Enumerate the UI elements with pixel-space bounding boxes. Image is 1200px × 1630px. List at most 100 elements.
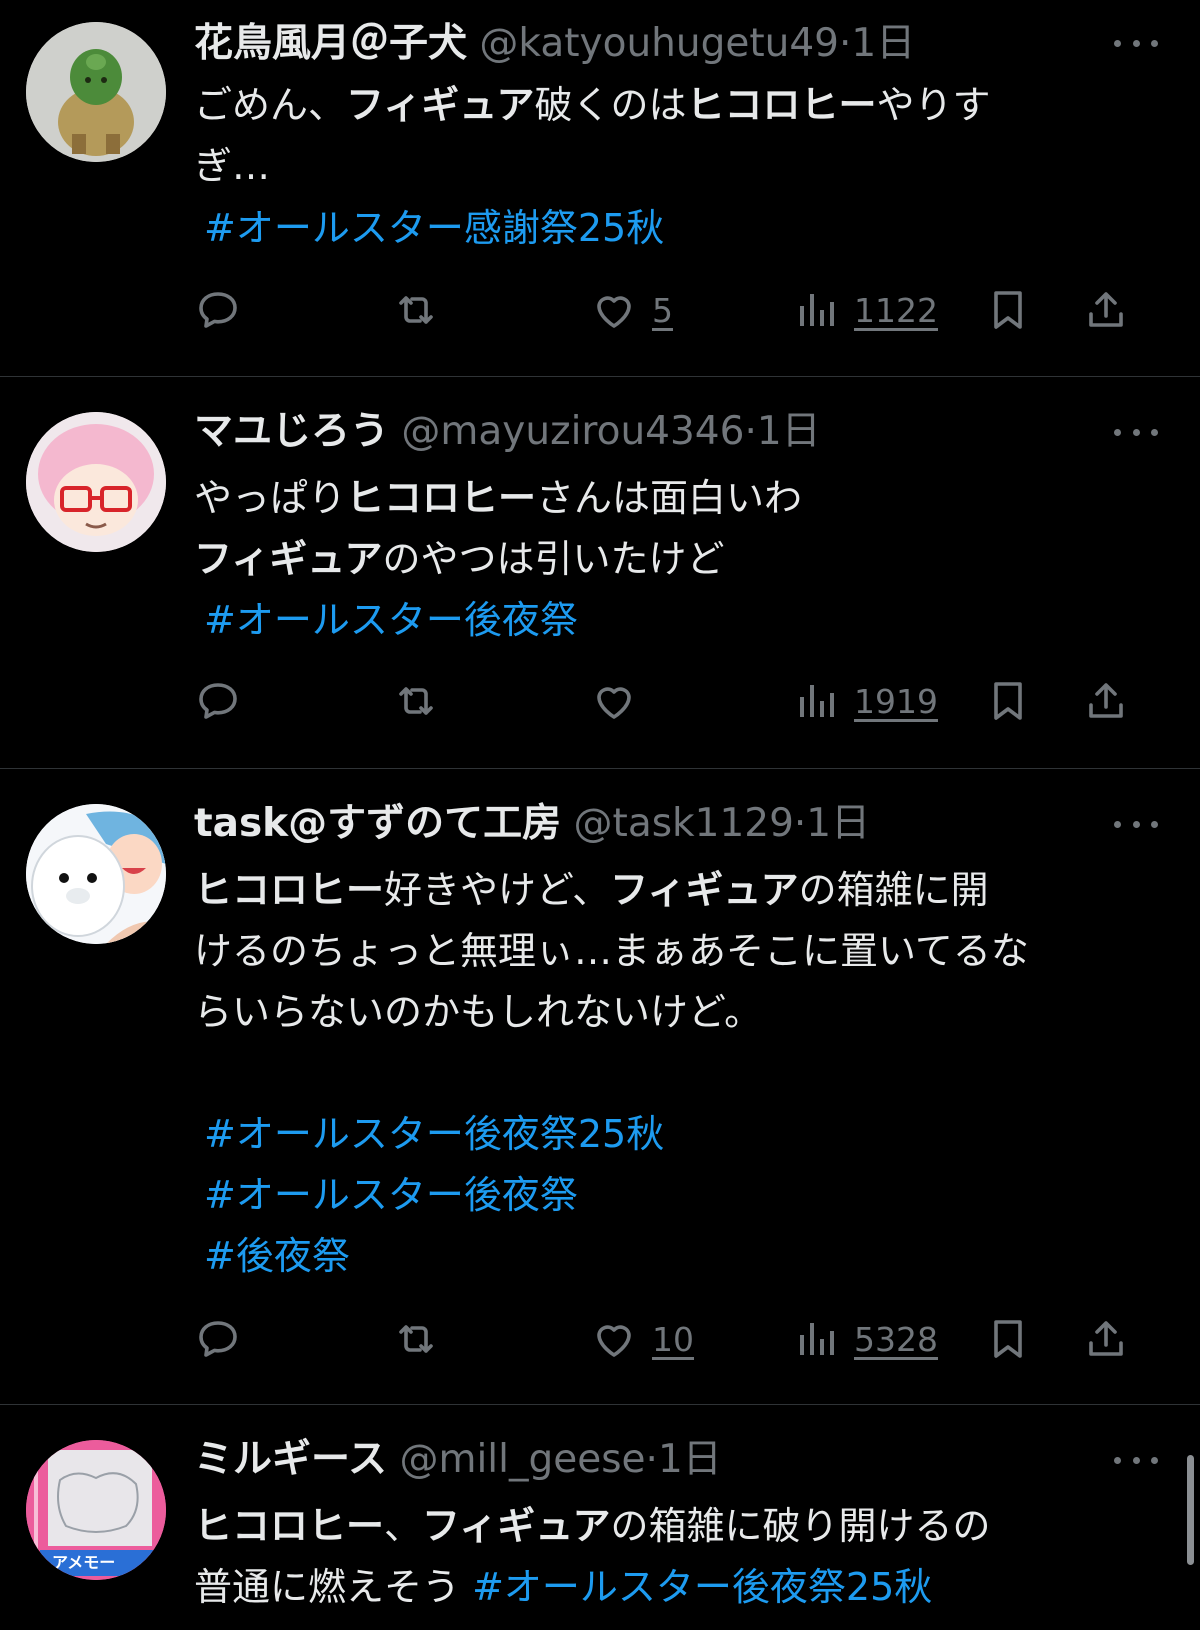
text-line: やっぱりヒコロヒーさんは面白いわ	[194, 468, 1174, 529]
reply-button[interactable]	[194, 1314, 242, 1364]
tweet[interactable]: マユじろう @mayuzirou4346·1日 やっぱりヒコロヒーさんは面白いわ…	[0, 376, 1200, 769]
tweet[interactable]: アメモー ミルギース @mill_geese·1日 ヒコロヒー、フィギュアの箱雑…	[0, 1404, 1200, 1630]
retweet-button[interactable]	[392, 1314, 440, 1364]
display-name[interactable]: ミルギース	[194, 1437, 387, 1482]
view-count[interactable]: 1122	[854, 291, 938, 330]
user-handle[interactable]: @katyouhugetu49	[479, 21, 839, 66]
like-icon	[590, 1315, 638, 1363]
bookmark-button[interactable]	[984, 285, 1032, 335]
bold-text: フィギュア	[194, 537, 383, 581]
bookmark-button[interactable]	[984, 1314, 1032, 1364]
like-count[interactable]: 10	[652, 1320, 694, 1359]
text-line: ヒコロヒー、フィギュアの箱雑に破り開けるの	[194, 1496, 1174, 1557]
share-button[interactable]	[1082, 676, 1130, 726]
tweet[interactable]: 花鳥風月＠子犬 @katyouhugetu49·1日 ごめん、フィギュア破くのは…	[0, 0, 1200, 377]
timestamp[interactable]: 1日	[658, 1437, 722, 1482]
text: の箱雑に開	[798, 868, 989, 912]
retweet-icon	[392, 677, 440, 725]
tweet-header: マユじろう @mayuzirou4346·1日	[194, 408, 821, 456]
hashtag-link[interactable]: #後夜祭	[194, 1226, 1174, 1287]
avatar[interactable]	[26, 412, 166, 552]
bold-text: ヒコロヒー	[194, 1504, 385, 1548]
scrollbar[interactable]	[1187, 1455, 1194, 1565]
timestamp[interactable]: 1日	[757, 409, 821, 454]
hashtag-link[interactable]: #オールスター後夜祭25秋	[472, 1565, 932, 1609]
display-name[interactable]: 花鳥風月＠子犬	[194, 21, 467, 66]
tweet-header: task@すずのて工房 @task1129·1日	[194, 800, 870, 848]
views-icon	[792, 286, 840, 334]
view-count[interactable]: 1919	[854, 682, 938, 721]
hashtag-link[interactable]: #オールスター後夜祭	[194, 1165, 1174, 1226]
bold-text: フィギュア	[610, 868, 799, 912]
user-handle[interactable]: @task1129	[574, 801, 794, 846]
text: さんは面白いわ	[536, 476, 803, 520]
like-button[interactable]: 5	[590, 285, 673, 335]
views-button[interactable]: 1122	[792, 285, 938, 335]
avatar[interactable]: アメモー	[26, 1440, 166, 1580]
text-line: 普通に燃えそう #オールスター後夜祭25秋	[194, 1557, 1174, 1618]
retweet-button[interactable]	[392, 285, 440, 335]
share-icon	[1082, 1315, 1130, 1363]
tweet[interactable]: task@すずのて工房 @task1129·1日 ヒコロヒー好きやけど、フィギュ…	[0, 768, 1200, 1405]
views-icon	[792, 1315, 840, 1363]
view-count[interactable]: 5328	[854, 1320, 938, 1359]
action-bar: 1919	[194, 676, 1174, 726]
more-icon[interactable]	[1114, 1450, 1158, 1470]
action-bar: 10 5328	[194, 1314, 1174, 1364]
share-icon	[1082, 677, 1130, 725]
text: 破くのは	[534, 83, 687, 127]
bold-text: フィギュア	[346, 83, 535, 127]
hashtag-link[interactable]: #オールスター後夜祭25秋	[194, 1104, 1174, 1165]
avatar[interactable]	[26, 22, 166, 162]
reply-button[interactable]	[194, 285, 242, 335]
bold-text: ヒコロヒー	[686, 83, 877, 127]
tweet-text: やっぱりヒコロヒーさんは面白いわ フィギュアのやつは引いたけど	[194, 468, 1174, 590]
more-icon[interactable]	[1114, 422, 1158, 442]
text-line: けるのちょっと無理ぃ…まぁあそこに置いてるな	[194, 921, 1174, 982]
timestamp[interactable]: 1日	[806, 801, 870, 846]
views-button[interactable]: 1919	[792, 676, 938, 726]
text: 、	[384, 1504, 423, 1548]
like-count[interactable]: 5	[652, 291, 673, 330]
tweet-text: ヒコロヒー、フィギュアの箱雑に破り開けるの 普通に燃えそう #オールスター後夜祭…	[194, 1496, 1174, 1618]
bold-text: フィギュア	[422, 1504, 611, 1548]
like-icon	[590, 677, 638, 725]
share-icon	[1082, 286, 1130, 334]
display-name[interactable]: マユじろう	[194, 409, 389, 454]
hashtag-link[interactable]: #オールスター後夜祭	[194, 590, 1174, 651]
display-name[interactable]: task@すずのて工房	[194, 801, 561, 846]
avatar-caption: アメモー	[52, 1553, 116, 1572]
text-line: ごめん、フィギュア破くのはヒコロヒーやりす	[194, 75, 1174, 136]
user-handle[interactable]: @mayuzirou4346	[401, 409, 744, 454]
separator-dot: ·	[744, 409, 757, 454]
more-icon[interactable]	[1114, 814, 1158, 834]
like-button[interactable]: 10	[590, 1314, 694, 1364]
text: 普通に燃えそう	[194, 1565, 473, 1609]
separator-dot: ·	[645, 1437, 658, 1482]
separator-dot: ·	[839, 21, 852, 66]
tweet-header: 花鳥風月＠子犬 @katyouhugetu49·1日	[194, 20, 915, 68]
text-line: ヒコロヒー好きやけど、フィギュアの箱雑に開	[194, 860, 1174, 921]
bookmark-icon	[984, 1315, 1032, 1363]
timestamp[interactable]: 1日	[851, 21, 915, 66]
text: やっぱり	[194, 476, 347, 520]
hashtag-link[interactable]: #オールスター感謝祭25秋	[194, 198, 1174, 259]
avatar[interactable]	[26, 804, 166, 944]
retweet-button[interactable]	[392, 676, 440, 726]
user-handle[interactable]: @mill_geese	[399, 1437, 645, 1482]
like-icon	[590, 286, 638, 334]
bookmark-icon	[984, 677, 1032, 725]
hashtag-list: #オールスター後夜祭	[194, 590, 1174, 651]
text: やりす	[876, 83, 991, 127]
reply-button[interactable]	[194, 676, 242, 726]
views-button[interactable]: 5328	[792, 1314, 938, 1364]
share-button[interactable]	[1082, 285, 1130, 335]
more-icon[interactable]	[1114, 33, 1158, 53]
text: ごめん、	[194, 83, 347, 127]
like-button[interactable]	[590, 676, 638, 726]
hashtag-list: #オールスター後夜祭25秋 #オールスター後夜祭 #後夜祭	[194, 1104, 1174, 1287]
share-button[interactable]	[1082, 1314, 1130, 1364]
bold-text: ヒコロヒー	[194, 868, 385, 912]
bookmark-button[interactable]	[984, 676, 1032, 726]
reply-icon	[194, 286, 242, 334]
